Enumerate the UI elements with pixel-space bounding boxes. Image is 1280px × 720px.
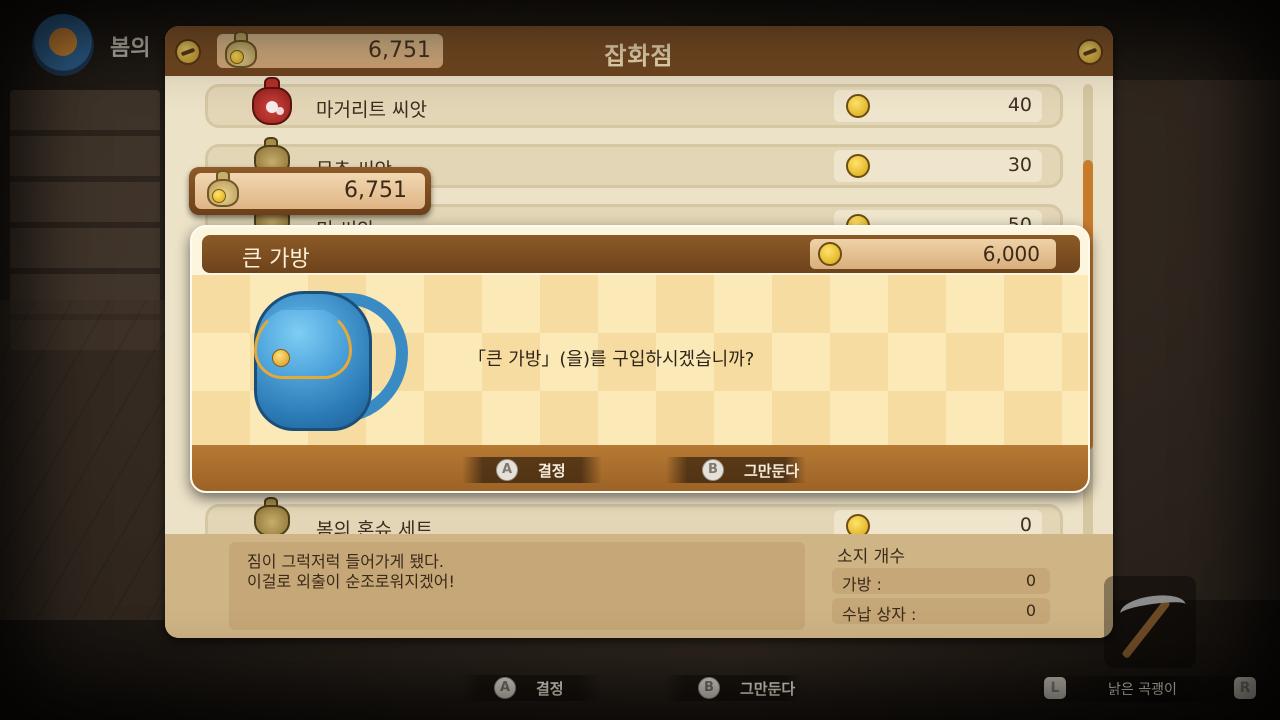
- shop-title: 잡화점: [604, 42, 674, 70]
- list-item[interactable]: 마거리트 씨앗 40: [205, 77, 1063, 128]
- coin-icon: [846, 154, 870, 178]
- owned-value: 0: [1025, 601, 1036, 620]
- dialog-message: 「큰 가방」(을)를 구입하시겠습니까?: [468, 349, 755, 370]
- dialog-price: 6,000: [982, 242, 1040, 266]
- item-description: 짐이 그럭저럭 들어가게 됐다. 이걸로 외출이 순조로워지겠어!: [229, 542, 805, 630]
- item-price: 0: [1019, 514, 1032, 536]
- cancel-label: 그만둔다: [740, 680, 796, 698]
- item-price-box: 40: [834, 90, 1042, 122]
- seed-bag-red-icon: [248, 77, 296, 129]
- b-button-icon: B: [702, 459, 724, 481]
- dialog-header: 큰 가방 6,000: [202, 235, 1080, 273]
- equipped-tool-slot: [1104, 576, 1196, 668]
- item-name: 마거리트 씨앗: [316, 99, 427, 121]
- floor-background: [0, 300, 170, 620]
- confirm-button[interactable]: A 결정: [462, 457, 602, 483]
- item-price-box: 30: [834, 150, 1042, 182]
- owned-count-title: 소지 개수: [837, 547, 905, 567]
- floating-money-display: 6,751: [189, 167, 431, 215]
- dialog-item-name: 큰 가방: [242, 247, 310, 272]
- coin-icon: [818, 242, 842, 266]
- b-button-icon: B: [698, 677, 720, 699]
- confirm-label: 결정: [536, 680, 564, 698]
- a-button-icon: A: [494, 677, 516, 699]
- coin-icon: [846, 94, 870, 118]
- description-area: 짐이 그럭저럭 들어가게 됐다. 이걸로 외출이 순조로워지겠어! 소지 개수 …: [165, 534, 1113, 638]
- dialog-footer: A 결정 B 그만둔다: [192, 445, 1088, 491]
- confirm-label: 결정: [538, 462, 566, 480]
- shop-header: 6,751 잡화점: [165, 26, 1113, 76]
- cancel-button[interactable]: B 그만둔다: [666, 457, 806, 483]
- description-line-2: 이걸로 외출이 순조로워지겠어!: [247, 572, 455, 591]
- item-price: 30: [1007, 154, 1032, 176]
- season-label: 봄의: [110, 36, 151, 61]
- wall-background: [1110, 80, 1280, 600]
- season-sun-icon: [32, 14, 94, 76]
- tool-name: 낡은 곡괭이: [1108, 682, 1177, 698]
- dialog-body: 「큰 가방」(을)를 구입하시겠습니까?: [192, 275, 1088, 445]
- a-button-icon: A: [496, 459, 518, 481]
- floating-money-amount: 6,751: [344, 178, 407, 203]
- bottom-confirm-hint[interactable]: A 결정: [460, 675, 600, 701]
- owned-label: 가방 :: [842, 575, 882, 594]
- owned-row-storage-box: 수납 상자 : 0: [832, 598, 1050, 624]
- cancel-label: 그만둔다: [744, 462, 800, 480]
- backpack-icon: [252, 287, 412, 437]
- owned-row-bag: 가방 : 0: [832, 568, 1050, 594]
- owned-label: 수납 상자 :: [842, 605, 917, 624]
- purchase-confirm-dialog: 큰 가방 6,000 「큰 가방」(을)를 구입하시겠습니까? A 결정 B 그…: [190, 225, 1090, 493]
- bottom-cancel-hint[interactable]: B 그만둔다: [664, 675, 804, 701]
- next-page-icon[interactable]: [1077, 39, 1103, 65]
- dialog-price-box: 6,000: [810, 239, 1056, 269]
- owned-value: 0: [1025, 571, 1036, 590]
- item-price: 40: [1007, 94, 1032, 116]
- money-bag-icon: [203, 169, 243, 209]
- l-button-icon[interactable]: L: [1044, 677, 1066, 699]
- tool-switch-bar: L 낡은 곡괭이 R: [1040, 676, 1260, 702]
- r-button-icon[interactable]: R: [1234, 677, 1256, 699]
